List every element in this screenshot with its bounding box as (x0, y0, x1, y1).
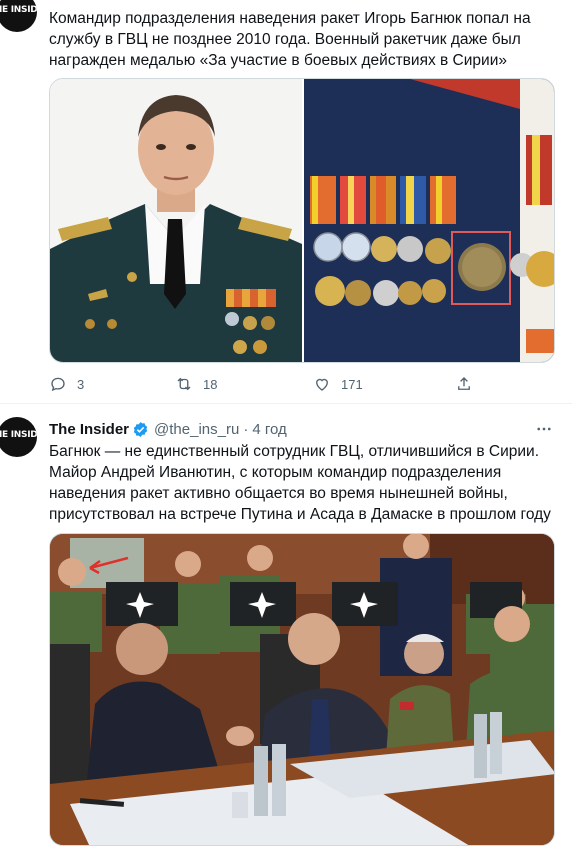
media-grid-image (50, 79, 555, 363)
avatar-logo-text: IE INSIDER (0, 430, 37, 440)
photo-officer-portrait[interactable] (50, 79, 302, 363)
media-grid[interactable] (49, 78, 555, 363)
verified-badge-icon (133, 421, 148, 437)
tweet-text-line: наведения ракет активно общается во врем… (49, 485, 508, 502)
photo-meeting (50, 534, 554, 845)
like-button[interactable]: 171 (313, 373, 363, 395)
author-name[interactable]: The Insider (49, 421, 129, 438)
reply-button[interactable]: 3 (49, 373, 84, 395)
tweet-text-line: службу в ГВЦ не позднее 2010 года. Военн… (49, 31, 521, 48)
tweet-header: The Insider @the_ins_ru · 4 год (49, 419, 287, 439)
author-handle[interactable]: @the_ins_ru (154, 421, 239, 438)
like-icon (316, 378, 328, 391)
tweet-text-line: награжден медалью «За участие в боевых д… (49, 52, 507, 69)
share-button[interactable] (455, 373, 473, 395)
tweet-text-line: Багнюк — не единственный сотрудник ГВЦ, … (49, 443, 539, 460)
separator-dot: · (243, 420, 249, 438)
more-options-button[interactable] (534, 419, 554, 439)
tweet-text-line: присутствовал на встрече Путина и Асада … (49, 506, 551, 523)
photo-medals-closeup[interactable] (304, 79, 555, 363)
like-count: 171 (341, 376, 363, 392)
timestamp[interactable]: 4 год (252, 421, 286, 438)
media-photo[interactable] (49, 533, 555, 846)
tweet-2[interactable]: IE INSIDER The Insider @the_ins_ru · 4 г… (0, 405, 572, 855)
avatar[interactable]: IE INSIDER (0, 0, 37, 32)
tweet-text: Командир подразделения наведения ракет И… (49, 8, 557, 71)
tweet-text: Багнюк — не единственный сотрудник ГВЦ, … (49, 441, 557, 525)
more-options-icon (537, 427, 551, 431)
avatar[interactable]: IE INSIDER (0, 417, 37, 457)
tweet-text-line: Командир подразделения наведения ракет И… (49, 10, 531, 27)
reply-count: 3 (77, 376, 85, 392)
share-icon (458, 377, 470, 390)
tweet-text-line: Майор Андрей Иванютин, с которым команди… (49, 464, 502, 481)
reply-icon (51, 377, 65, 392)
avatar-logo-text: IE INSIDER (0, 5, 37, 15)
tweet-1[interactable]: IE INSIDER Командир подразделения наведе… (0, 0, 572, 404)
retweet-button[interactable]: 18 (175, 373, 217, 395)
tweet-actions: 3 18 171 (49, 373, 479, 395)
retweet-icon (177, 377, 191, 391)
retweet-count: 18 (203, 376, 218, 392)
